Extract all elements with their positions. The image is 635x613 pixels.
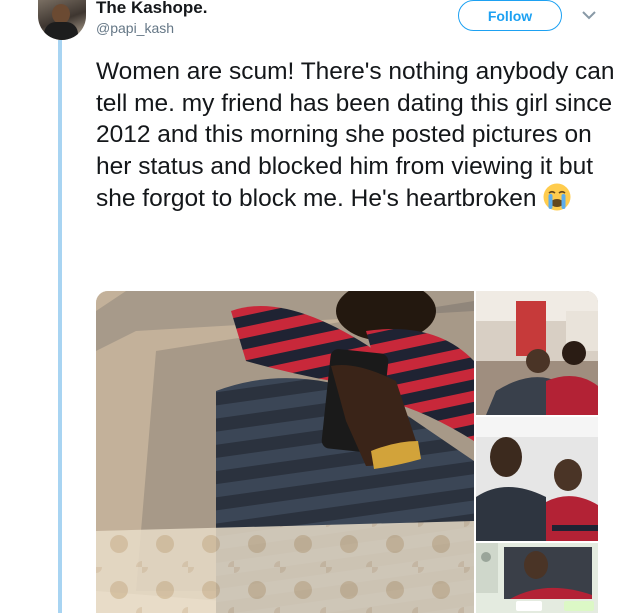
photo-mirror-selfie[interactable]: [96, 291, 474, 613]
photo-chat-screenshot-art: [476, 543, 598, 613]
avatar-shirt: [44, 22, 78, 40]
chevron-down-icon[interactable]: [580, 8, 598, 22]
photo-mirror-selfie-art: [96, 291, 474, 613]
avatar-face: [52, 4, 70, 24]
photo-couple-selfie-art: [476, 417, 598, 541]
follow-button[interactable]: Follow: [458, 0, 562, 31]
avatar[interactable]: [38, 0, 86, 40]
photo-chat-screenshot[interactable]: [476, 543, 598, 613]
user-handle[interactable]: @papi_kash: [96, 20, 174, 36]
photo-couple-selfie[interactable]: [476, 417, 598, 541]
photo-couple-office-art: [476, 291, 598, 415]
tweet-text: Women are scum! There's nothing anybody …: [96, 56, 616, 215]
thread-line: [58, 40, 62, 613]
tweet-media-grid: [96, 291, 598, 613]
loudly-crying-face-icon: [543, 183, 571, 211]
photo-couple-office[interactable]: [476, 291, 598, 415]
display-name[interactable]: The Kashope.: [96, 0, 207, 18]
